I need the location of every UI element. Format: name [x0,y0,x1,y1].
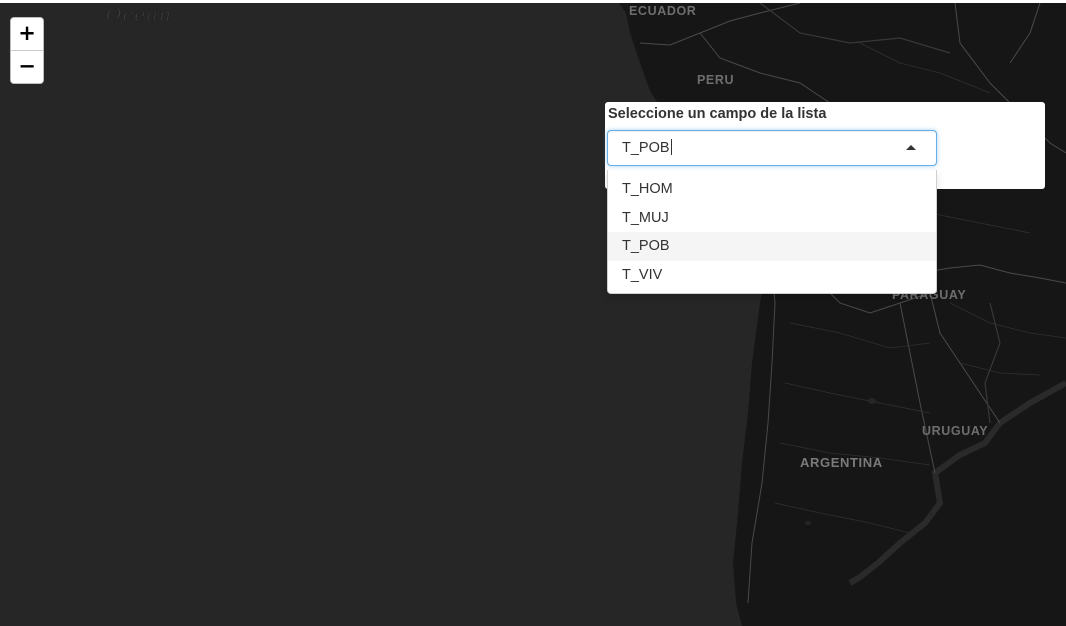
label-uruguay: URUGUAY [922,424,988,438]
lake [805,521,811,525]
map-view[interactable]: Ocean ECUADOR PERU PARAGUAY URUGUAY ARGE… [0,3,1066,626]
option-t-muj[interactable]: T_MUJ [608,204,936,233]
zoom-out-button[interactable]: − [11,50,43,83]
field-select-dropdown: T_HOM T_MUJ T_POB T_VIV [607,170,937,294]
label-peru: PERU [697,73,734,87]
option-t-viv[interactable]: T_VIV [608,261,936,290]
basemap: Ocean ECUADOR PERU PARAGUAY URUGUAY ARGE… [106,3,1066,626]
label-argentina: ARGENTINA [800,455,883,470]
field-selector-label: Seleccione un campo de la lista [608,106,827,122]
field-select[interactable]: T_POB [607,130,937,166]
field-select-input[interactable]: T_POB [622,139,672,157]
text-caret [670,139,672,155]
option-t-pob[interactable]: T_POB [608,232,936,261]
label-ecuador: ECUADOR [629,4,696,18]
option-t-hom[interactable]: T_HOM [608,175,936,204]
field-select-value: T_POB [622,140,670,156]
zoom-in-button[interactable]: + [11,18,43,50]
zoom-control: + − [10,17,44,84]
label-ocean: Ocean [106,4,172,26]
lake [868,398,876,404]
caret-up-icon[interactable] [906,145,916,150]
land-south-america [618,3,1066,626]
